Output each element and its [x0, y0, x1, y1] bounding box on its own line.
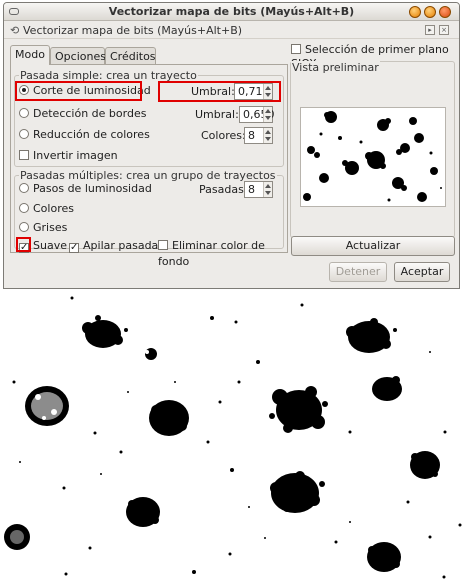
ink-splatter-graphic — [4, 296, 462, 579]
grays-radio[interactable]: Grises — [19, 220, 67, 236]
checkbox-checked-icon: ✓ — [69, 242, 79, 253]
dialog-title: Vectorizar mapa de bits (Mayús+Alt+B) — [23, 24, 243, 37]
invert-image-checkbox[interactable]: Invertir imagen — [19, 148, 118, 164]
radio-icon — [19, 129, 29, 139]
dock-menu-icon[interactable]: ▸ — [425, 25, 435, 35]
window-title: Vectorizar mapa de bits (Mayús+Alt+B) — [108, 5, 355, 18]
update-preview-button[interactable]: Actualizar — [291, 236, 455, 256]
edge-detection-radio[interactable]: Detección de bordes — [19, 106, 146, 122]
radio-icon — [19, 183, 29, 193]
invert-image-label: Invertir imagen — [33, 149, 118, 162]
colors-count-spinner[interactable]: 8 — [244, 127, 273, 144]
remove-background-label: Eliminar color de fondo — [158, 239, 265, 268]
window-titlebar[interactable]: Vectorizar mapa de bits (Mayús+Alt+B) — [4, 3, 459, 21]
checkbox-icon — [158, 240, 168, 250]
colors-radio[interactable]: Colores — [19, 201, 74, 217]
stack-scans-checkbox[interactable]: ✓ Apilar pasadas — [69, 238, 164, 254]
edge-detection-label: Detección de bordes — [33, 107, 147, 120]
colors-label: Colores — [33, 202, 74, 215]
dock-close-icon[interactable]: × — [439, 25, 449, 35]
radio-icon — [19, 203, 29, 213]
preview-legend: Vista preliminar — [291, 61, 380, 74]
stack-scans-label: Apilar pasadas — [83, 239, 165, 252]
trace-bitmap-dialog: Vectorizar mapa de bits (Mayús+Alt+B) ⟲ … — [3, 2, 460, 289]
spin-arrows-icon[interactable] — [263, 182, 272, 197]
tab-modo[interactable]: Modo — [10, 45, 50, 65]
checkbox-icon — [19, 150, 29, 160]
maximize-button[interactable] — [424, 6, 436, 18]
preview-splatter-graphic — [303, 111, 442, 202]
stop-button[interactable]: Detener — [329, 262, 387, 282]
brightness-steps-radio[interactable]: Pasos de luminosidad — [19, 181, 152, 197]
highlight-threshold — [158, 81, 281, 102]
preview-image — [300, 107, 446, 207]
traced-bitmap-result — [0, 292, 463, 582]
scans-value: 8 — [248, 183, 255, 196]
close-button[interactable] — [439, 6, 451, 18]
scans-label: Pasadas: — [199, 183, 248, 196]
mode-tab-panel: Pasada simple: crea un trayecto Corte de… — [10, 64, 288, 268]
smooth-label: Suave — [33, 239, 67, 252]
edges-threshold-label: Umbral: — [195, 108, 239, 121]
remove-background-checkbox[interactable]: Eliminar color de fondo — [158, 238, 287, 268]
brightness-steps-label: Pasos de luminosidad — [33, 182, 152, 195]
color-quantization-label: Reducción de colores — [33, 128, 150, 141]
screenshot: Vectorizar mapa de bits (Mayús+Alt+B) ⟲ … — [0, 0, 463, 582]
colors-count-value: 8 — [248, 129, 255, 142]
ok-button[interactable]: Aceptar — [394, 262, 450, 282]
highlight-smooth — [16, 237, 31, 252]
spin-arrows-icon[interactable] — [263, 128, 272, 143]
spin-arrows-icon[interactable] — [263, 107, 272, 122]
dock-dialog-header: ⟲ Vectorizar mapa de bits (Mayús+Alt+B) … — [4, 21, 459, 39]
grays-label: Grises — [33, 221, 68, 234]
highlight-brightness-cutoff — [15, 81, 142, 101]
radio-icon — [19, 108, 29, 118]
radio-icon — [19, 222, 29, 232]
tab-opciones[interactable]: Opciones — [50, 47, 106, 64]
scans-spinner[interactable]: 8 — [244, 181, 273, 198]
trace-bitmap-icon: ⟲ — [10, 24, 20, 37]
checkbox-icon — [291, 44, 301, 54]
color-quantization-radio[interactable]: Reducción de colores — [19, 127, 150, 143]
edges-threshold-spinner[interactable]: 0,650 — [239, 106, 275, 123]
tab-creditos[interactable]: Créditos — [105, 47, 156, 64]
minimize-button[interactable] — [409, 6, 421, 18]
colors-count-label: Colores: — [201, 129, 246, 142]
